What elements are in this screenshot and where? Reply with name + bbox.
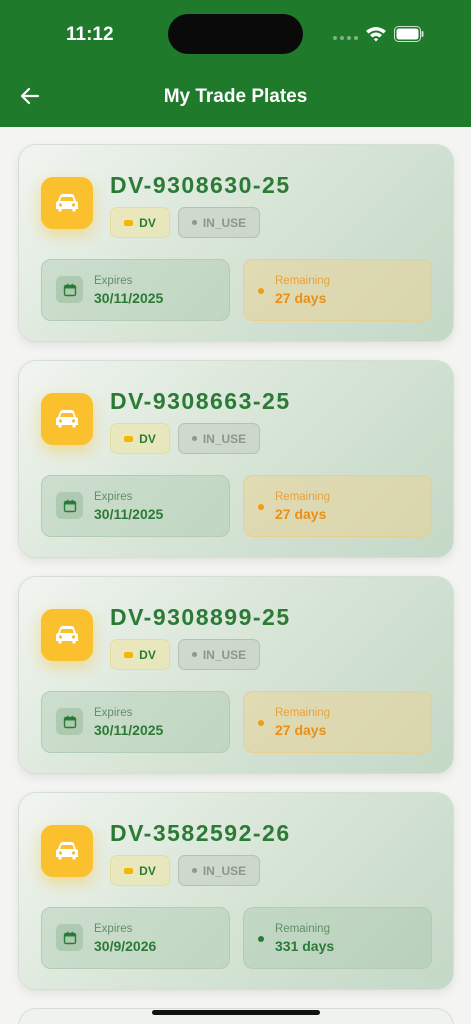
plate-type-label: DV (139, 215, 156, 230)
trade-plate-card[interactable]: DV-9308630-25 DV IN_USE Expires 30/11/20… (18, 144, 454, 342)
remaining-value: 27 days (275, 290, 327, 306)
remaining-value: 27 days (275, 722, 327, 738)
status-dot (191, 652, 197, 657)
status-badge: IN_USE (178, 639, 260, 670)
calendar-icon (56, 708, 83, 735)
expires-date: 30/11/2025 (94, 506, 164, 522)
remaining-info: Remaining 27 days (243, 691, 432, 753)
status-badge: IN_USE (178, 207, 260, 238)
remaining-info: Remaining 331 days (243, 907, 432, 969)
cellular-signal-icon (333, 36, 358, 40)
tag-icon (124, 219, 134, 226)
app-header: 11:12 My Trade Plates (0, 0, 471, 127)
status-dot (191, 868, 197, 873)
status-badge: IN_USE (178, 423, 260, 454)
expiry-info: Expires 30/9/2026 (41, 907, 230, 969)
expires-label: Expires (94, 275, 133, 287)
plate-type-badge: DV (110, 423, 170, 454)
expires-label: Expires (94, 923, 133, 935)
expires-label: Expires (94, 491, 133, 503)
remaining-dot (258, 720, 264, 726)
remaining-dot (258, 288, 264, 294)
plate-number: DV-9308899-25 (110, 604, 291, 630)
expiry-info: Expires 30/11/2025 (41, 475, 230, 537)
status-label: IN_USE (202, 431, 247, 446)
dynamic-island (168, 14, 303, 54)
remaining-label: Remaining (275, 491, 330, 503)
trade-plate-card[interactable]: DV-9308663-25 DV IN_USE Expires 30/11/20… (18, 360, 454, 558)
plate-type-badge: DV (110, 207, 170, 238)
wifi-icon (366, 27, 386, 42)
expires-date: 30/11/2025 (94, 290, 164, 306)
status-label: IN_USE (202, 647, 247, 662)
status-bar-time: 11:12 (66, 24, 114, 45)
status-dot (191, 220, 197, 225)
status-label: IN_USE (202, 863, 247, 878)
remaining-value: 27 days (275, 506, 327, 522)
plate-number: DV-3582592-26 (110, 820, 291, 846)
calendar-icon (56, 924, 83, 951)
plate-type-badge: DV (110, 855, 170, 886)
expires-date: 30/9/2026 (94, 938, 157, 954)
remaining-value: 331 days (275, 938, 335, 954)
expires-date: 30/11/2025 (94, 722, 164, 738)
home-indicator (152, 1010, 320, 1015)
status-label: IN_USE (202, 215, 247, 230)
calendar-icon (56, 276, 83, 303)
plate-type-label: DV (139, 431, 156, 446)
plate-type-label: DV (139, 647, 156, 662)
tag-icon (124, 435, 134, 442)
trade-plate-card[interactable]: DV-3582592-26 DV IN_USE Expires 30/9/202… (18, 792, 454, 990)
tag-icon (124, 651, 134, 658)
car-icon (41, 609, 93, 661)
remaining-dot (258, 504, 264, 510)
tag-icon (124, 867, 134, 874)
trade-plate-card[interactable]: DV-9308899-25 DV IN_USE Expires 30/11/20… (18, 576, 454, 774)
expiry-info: Expires 30/11/2025 (41, 691, 230, 753)
remaining-info: Remaining 27 days (243, 475, 432, 537)
car-icon (41, 177, 93, 229)
remaining-label: Remaining (275, 707, 330, 719)
car-icon (41, 393, 93, 445)
expiry-info: Expires 30/11/2025 (41, 259, 230, 321)
plate-number: DV-9308630-25 (110, 172, 291, 198)
status-dot (191, 436, 197, 441)
calendar-icon (56, 492, 83, 519)
remaining-dot (258, 936, 264, 942)
remaining-label: Remaining (275, 923, 330, 935)
remaining-label: Remaining (275, 275, 330, 287)
battery-icon (394, 26, 424, 42)
plate-number: DV-9308663-25 (110, 388, 291, 414)
car-icon (41, 825, 93, 877)
expires-label: Expires (94, 707, 133, 719)
page-title: My Trade Plates (163, 86, 308, 107)
plate-type-label: DV (139, 863, 156, 878)
plate-type-badge: DV (110, 639, 170, 670)
status-badge: IN_USE (178, 855, 260, 886)
remaining-info: Remaining 27 days (243, 259, 432, 321)
